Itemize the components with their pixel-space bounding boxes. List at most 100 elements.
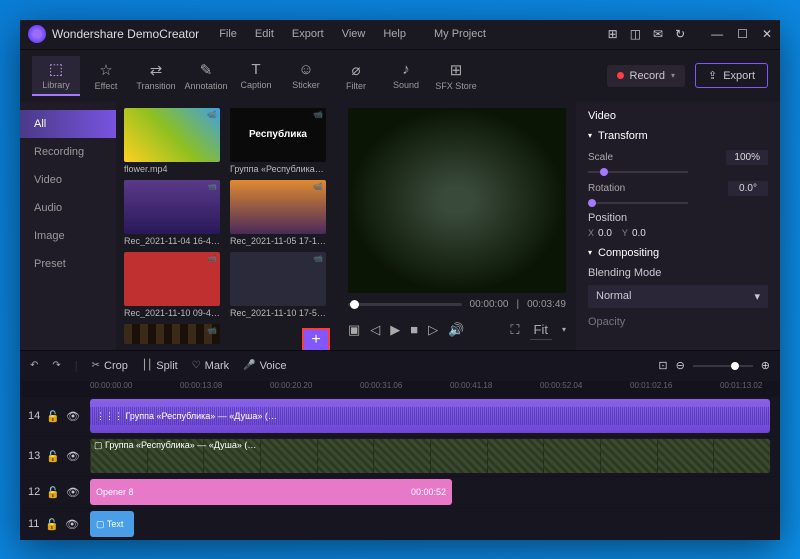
time-total: 00:03:49 — [527, 299, 566, 310]
scale-value[interactable]: 100% — [726, 150, 768, 165]
menu-file[interactable]: File — [219, 28, 237, 40]
library-sidebar: All Recording Video Audio Image Preset — [20, 102, 116, 350]
titlebar: Wondershare DemoCreator File Edit Export… — [20, 20, 780, 50]
main-menu: File Edit Export View Help My Project — [219, 28, 486, 40]
timeline-ruler[interactable]: 00:00:00.00 00:00:13.08 00:00:20.20 00:0… — [20, 381, 780, 397]
tool-annotation[interactable]: ✎Annotation — [182, 57, 230, 95]
track-row: 11🔓👁 ▢ Text — [20, 509, 780, 540]
video-preview[interactable] — [348, 108, 566, 293]
crop-button[interactable]: ✂ Crop — [92, 360, 128, 372]
mark-button[interactable]: ♡ Mark — [192, 360, 229, 372]
media-panel: flower.mp4 РеспубликаГруппа «Республика»… — [116, 102, 338, 350]
track-row: 12🔓👁 Opener 800:00:52 — [20, 477, 780, 509]
tracks: 14🔓👁 ⋮⋮⋮ Группа «Республика» — «Душа» (…… — [20, 397, 780, 540]
menu-project[interactable]: My Project — [434, 28, 486, 40]
scale-slider[interactable] — [588, 171, 688, 173]
lock-icon[interactable]: 🔓 — [45, 518, 59, 531]
media-item[interactable]: Rec_2021-11-05 17-14-03… — [230, 180, 330, 246]
account-icon[interactable]: ◫ — [630, 27, 641, 41]
media-item[interactable]: Rec_2021-11-04 16-42-51… — [124, 180, 224, 246]
minimize-button[interactable]: — — [711, 27, 723, 41]
fit-selector[interactable]: Fit — [530, 320, 552, 340]
media-item[interactable] — [124, 324, 224, 350]
media-item[interactable]: РеспубликаГруппа «Республика» —… — [230, 108, 330, 174]
blend-mode-select[interactable]: Normal▾ — [588, 285, 768, 308]
eye-icon[interactable]: 👁 — [66, 486, 80, 499]
export-button[interactable]: ⇪ Export — [695, 63, 768, 88]
playhead-slider[interactable] — [348, 303, 462, 306]
pos-y[interactable]: 0.0 — [632, 228, 646, 239]
props-header: Video — [588, 110, 768, 122]
media-item[interactable]: Rec_2021-11-10 09-42-22… — [124, 252, 224, 318]
timeline-tools: ↶ ↷ | ✂ Crop ⎮⎮ Split ♡ Mark 🎤 Voice ⊡ ⊖… — [20, 351, 780, 381]
sticker-icon: ☺ — [298, 61, 313, 78]
lock-icon[interactable]: 🔓 — [46, 410, 60, 423]
close-button[interactable]: ✕ — [762, 27, 772, 41]
rotation-slider[interactable] — [588, 202, 688, 204]
zoom-in-button[interactable]: ⊕ — [761, 359, 770, 372]
pos-x[interactable]: 0.0 — [598, 228, 612, 239]
lock-icon[interactable]: 🔓 — [46, 450, 60, 463]
message-icon[interactable]: ✉ — [653, 27, 663, 41]
menu-view[interactable]: View — [342, 28, 366, 40]
transition-icon: ⇄ — [150, 61, 163, 79]
tool-sound[interactable]: ♪Sound — [382, 57, 430, 94]
refresh-icon[interactable]: ↻ — [675, 27, 685, 41]
tool-caption[interactable]: TCaption — [232, 57, 280, 94]
tool-sticker[interactable]: ☺Sticker — [282, 57, 330, 94]
split-button[interactable]: ⎮⎮ Split — [142, 360, 178, 372]
volume-button[interactable]: 🔊 — [448, 322, 464, 338]
app-title: Wondershare DemoCreator — [52, 27, 199, 41]
play-button[interactable]: ▶ — [390, 322, 400, 338]
track-row: 14🔓👁 ⋮⋮⋮ Группа «Республика» — «Душа» (… — [20, 397, 780, 437]
library-icon: ⬚ — [49, 60, 63, 78]
menu-help[interactable]: Help — [383, 28, 406, 40]
time-current: 00:00:00 — [470, 299, 509, 310]
eye-icon[interactable]: 👁 — [66, 410, 80, 423]
lock-icon[interactable]: 🔓 — [46, 486, 60, 499]
menu-edit[interactable]: Edit — [255, 28, 274, 40]
redo-button[interactable]: ↷ — [52, 360, 60, 371]
compositing-section[interactable]: Compositing — [588, 247, 768, 259]
opener-clip[interactable]: Opener 800:00:52 — [90, 479, 452, 505]
audio-clip[interactable]: ⋮⋮⋮ Группа «Республика» — «Душа» (… — [90, 399, 770, 433]
media-item[interactable]: Rec_2021-11-10 17-55-36… — [230, 252, 330, 318]
zoom-controls: ⊡ ⊖ ⊕ — [658, 359, 770, 372]
next-button[interactable]: ▷ — [428, 322, 438, 338]
stop-button[interactable]: ■ — [410, 322, 418, 337]
transform-section[interactable]: Transform — [588, 130, 768, 142]
record-button[interactable]: Record ▾ — [607, 65, 685, 87]
sidebar-item-audio[interactable]: Audio — [20, 194, 116, 222]
add-media-button[interactable]: + — [302, 328, 330, 350]
chevron-down-icon: ▾ — [562, 325, 566, 334]
zoom-fit-button[interactable]: ⊡ — [658, 359, 667, 372]
media-item[interactable]: flower.mp4 — [124, 108, 224, 174]
chevron-down-icon: ▾ — [671, 71, 675, 80]
zoom-slider[interactable] — [693, 365, 753, 367]
prev-button[interactable]: ◁ — [370, 322, 380, 338]
rotation-value[interactable]: 0.0° — [728, 181, 768, 196]
tool-effect[interactable]: ☆Effect — [82, 57, 130, 95]
tool-filter[interactable]: ⌀Filter — [332, 57, 380, 95]
tool-transition[interactable]: ⇄Transition — [132, 57, 180, 95]
eye-icon[interactable]: 👁 — [66, 450, 80, 463]
maximize-button[interactable]: ☐ — [737, 27, 748, 41]
eye-icon[interactable]: 👁 — [65, 518, 79, 531]
text-clip[interactable]: ▢ Text — [90, 511, 134, 537]
sidebar-item-recording[interactable]: Recording — [20, 138, 116, 166]
snapshot-button[interactable]: ▣ — [348, 322, 360, 338]
tool-library[interactable]: ⬚Library — [32, 56, 80, 96]
zoom-out-button[interactable]: ⊖ — [676, 359, 685, 372]
record-dot-icon — [617, 72, 624, 79]
fullscreen-button[interactable]: ⛶ — [510, 322, 519, 338]
sidebar-item-image[interactable]: Image — [20, 222, 116, 250]
cart-icon[interactable]: ⊞ — [608, 27, 618, 41]
tool-sfx[interactable]: ⊞SFX Store — [432, 57, 480, 95]
sidebar-item-video[interactable]: Video — [20, 166, 116, 194]
voice-button[interactable]: 🎤 Voice — [243, 360, 286, 372]
video-clip[interactable]: ▢ Группа «Республика» — «Душа» (… — [90, 439, 770, 473]
undo-button[interactable]: ↶ — [30, 360, 38, 371]
menu-export[interactable]: Export — [292, 28, 324, 40]
sidebar-item-all[interactable]: All — [20, 110, 116, 138]
sidebar-item-preset[interactable]: Preset — [20, 250, 116, 278]
